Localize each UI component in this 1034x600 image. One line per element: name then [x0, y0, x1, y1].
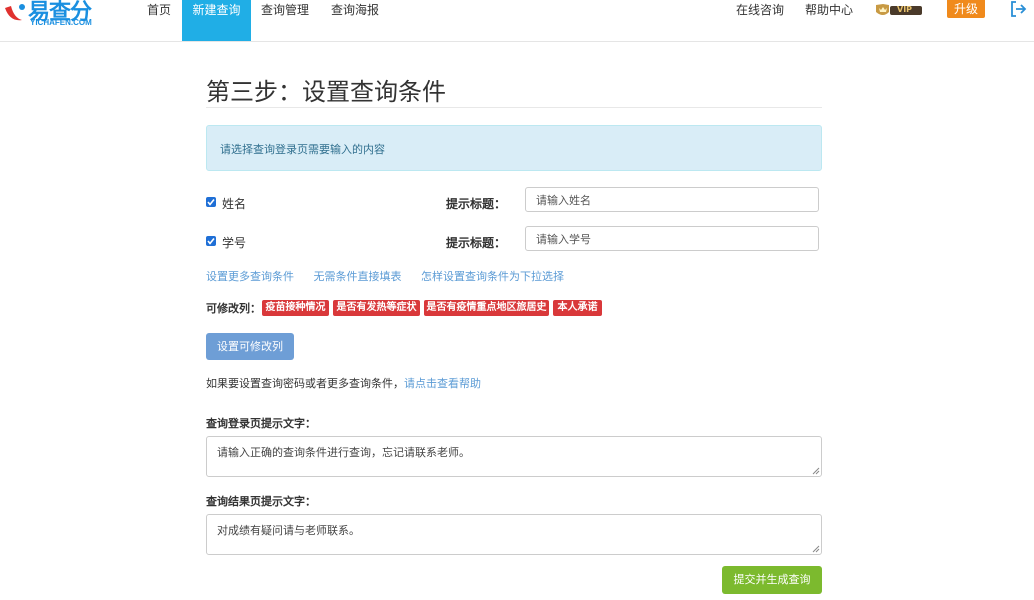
help-text: 如果要设置查询密码或者更多查询条件，: [206, 377, 404, 390]
login-tip-textarea[interactable]: 请输入正确的查询条件进行查询，忘记请联系老师。: [206, 436, 822, 477]
set-editable-columns-button[interactable]: 设置可修改列: [206, 333, 294, 360]
help-link[interactable]: 请点击查看帮助: [404, 377, 481, 390]
help-center-link[interactable]: 帮助中心: [801, 0, 857, 41]
editable-tag: 疫苗接种情况: [262, 300, 329, 316]
login-tip-text: 请输入正确的查询条件进行查询，忘记请联系老师。: [217, 446, 470, 459]
nav-query-management-label: 查询管理: [260, 3, 309, 17]
dropdown-condition-help-link[interactable]: 怎样设置查询条件为下拉选择: [421, 270, 564, 283]
upgrade-button[interactable]: 升级: [947, 0, 985, 18]
editable-tag: 是否有发热等症状: [333, 300, 420, 316]
more-conditions-link[interactable]: 设置更多查询条件: [206, 270, 294, 283]
nav-home[interactable]: 首页: [140, 0, 178, 41]
student-id-hint-label: 提示标题：: [446, 236, 507, 250]
page-title: 第三步：设置查询条件: [206, 78, 446, 106]
login-tip-label: 查询登录页提示文字：: [206, 417, 316, 430]
nav-new-query[interactable]: 新建查询: [182, 0, 251, 41]
student-id-checkbox-label: 学号: [222, 236, 247, 250]
online-consult-link[interactable]: 在线咨询: [732, 0, 788, 41]
logout-icon[interactable]: [1009, 0, 1027, 18]
editable-tag: 是否有疫情重点地区旅居史: [424, 300, 549, 316]
result-tip-label: 查询结果页提示文字：: [206, 495, 316, 508]
resize-handle-icon[interactable]: [812, 467, 820, 475]
nav-query-management[interactable]: 查询管理: [256, 0, 314, 41]
help-line: 如果要设置查询密码或者更多查询条件，请点击查看帮助: [206, 375, 481, 391]
checkmark-icon: [207, 238, 215, 245]
condition-links: 设置更多查询条件 无需条件直接填表 怎样设置查询条件为下拉选择: [206, 268, 580, 284]
help-center-label: 帮助中心: [804, 3, 853, 17]
logo-mark-icon: [5, 4, 25, 21]
nav-query-poster[interactable]: 查询海报: [325, 0, 385, 41]
info-alert: 请选择查询登录页需要输入的内容: [206, 125, 822, 171]
condition-row-name: 姓名: [206, 194, 306, 214]
nav-home-label: 首页: [146, 3, 171, 17]
resize-handle-icon[interactable]: [812, 545, 820, 553]
editable-columns-label: 可修改列：: [206, 302, 261, 315]
submit-generate-button[interactable]: 提交并生成查询: [722, 566, 822, 594]
result-tip-textarea[interactable]: 对成绩有疑问请与老师联系。: [206, 514, 822, 555]
site-logo[interactable]: 易查分 YICHAFEN.COM: [0, 0, 110, 32]
condition-row-student-id: 学号: [206, 233, 306, 253]
logo-subtext: YICHAFEN.COM: [30, 18, 92, 27]
info-alert-text: 请选择查询登录页需要输入的内容: [220, 143, 385, 156]
title-divider: [206, 107, 822, 108]
vip-badge-label: VIP: [897, 5, 913, 14]
no-condition-form-link[interactable]: 无需条件直接填表: [314, 270, 402, 283]
name-hint-input[interactable]: [536, 189, 806, 211]
online-consult-label: 在线咨询: [735, 3, 784, 17]
name-hint-field: [525, 187, 819, 212]
result-tip-text: 对成绩有疑问请与老师联系。: [217, 524, 360, 537]
name-checkbox[interactable]: [206, 197, 216, 207]
editable-tag: 本人承诺: [553, 300, 602, 316]
student-id-checkbox[interactable]: [206, 236, 216, 246]
checkmark-icon: [207, 199, 215, 206]
name-hint-label: 提示标题：: [446, 197, 507, 211]
name-checkbox-label: 姓名: [222, 197, 247, 211]
student-id-hint-input[interactable]: [536, 228, 806, 250]
nav-new-query-label: 新建查询: [192, 3, 241, 17]
top-nav-bar: 易查分 YICHAFEN.COM 首页 新建查询 查询管理 查询海报 在线咨询 …: [0, 0, 1034, 42]
student-id-hint-field: [525, 226, 819, 251]
nav-query-poster-label: 查询海报: [330, 3, 379, 17]
vip-badge[interactable]: VIP: [874, 2, 924, 18]
